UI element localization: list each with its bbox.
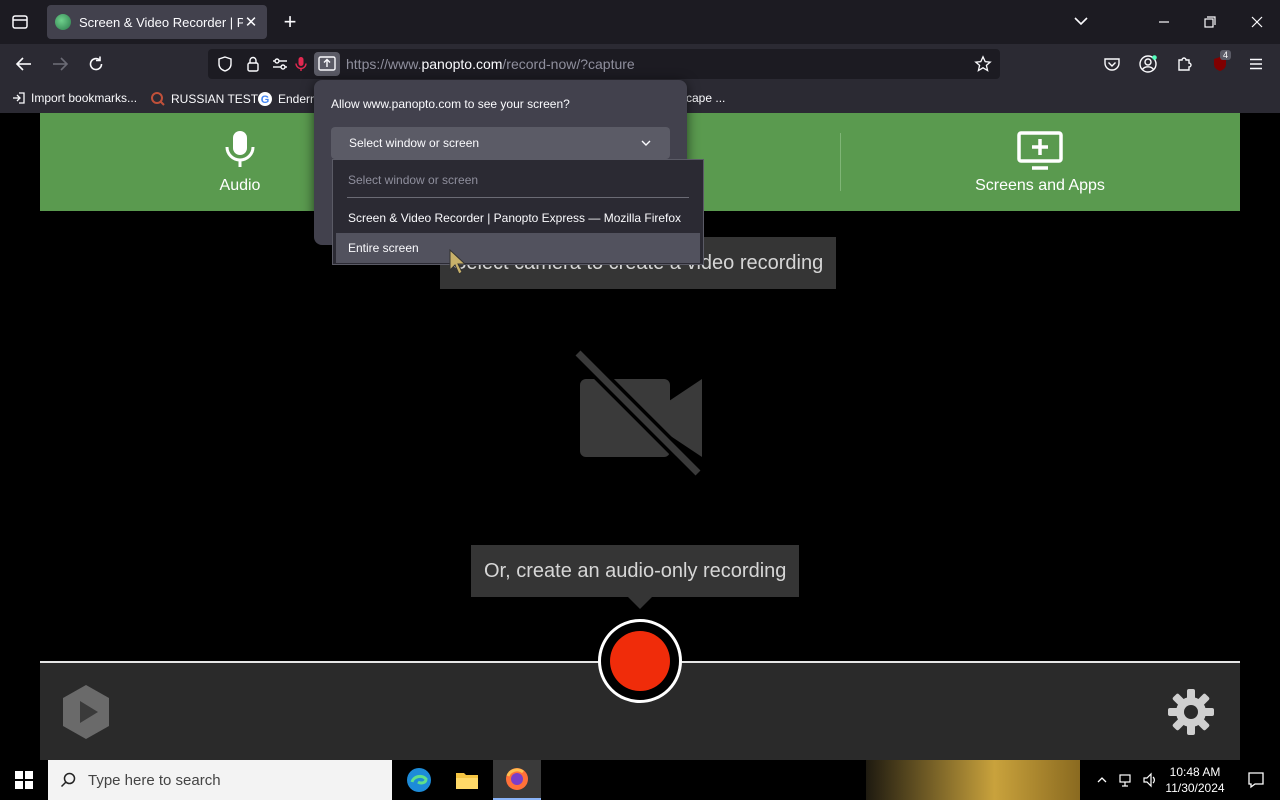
pocket-icon[interactable] [1096, 48, 1128, 80]
google-icon: G [258, 92, 272, 106]
navigation-toolbar: https://www.panopto.com/record-now/?capt… [0, 44, 1280, 85]
url-path: /record-now/?capture [502, 56, 635, 72]
options-divider [347, 197, 689, 198]
desktop-wallpaper-peek [866, 760, 1080, 800]
chevron-down-icon [641, 140, 651, 146]
reload-button[interactable] [80, 48, 112, 80]
windows-taskbar: Type here to search 10:48 AM 11/30/2024 [0, 760, 1280, 800]
svg-text:G: G [261, 94, 270, 106]
search-engine-icon [151, 92, 165, 106]
lock-icon[interactable] [244, 55, 262, 73]
permissions-icon[interactable] [271, 55, 289, 73]
screen-share-icon[interactable] [314, 52, 340, 76]
microphone-icon [225, 131, 255, 167]
settings-gear-icon[interactable] [1166, 687, 1216, 737]
file-explorer-icon[interactable] [443, 760, 491, 800]
search-placeholder: Type here to search [88, 771, 221, 789]
option-placeholder: Select window or screen [348, 173, 479, 187]
bookmark-import[interactable]: Import bookmarks... [12, 91, 137, 105]
address-bar[interactable]: https://www.panopto.com/record-now/?capt… [208, 49, 1000, 79]
firefox-icon[interactable] [493, 760, 541, 800]
mouse-cursor-icon [448, 248, 468, 276]
clock-date: 11/30/2024 [1165, 781, 1225, 795]
microphone-in-use-icon[interactable] [292, 55, 310, 73]
option-entire-screen[interactable]: Entire screen [336, 233, 700, 263]
audio-label: Audio [219, 177, 261, 194]
bookmark-star-icon[interactable] [974, 55, 992, 73]
network-icon[interactable] [1114, 760, 1138, 800]
import-icon [13, 92, 25, 104]
forward-button[interactable] [44, 48, 76, 80]
video-preview-area: Select camera to create a video recordin… [40, 211, 1240, 661]
restore-button[interactable] [1187, 0, 1233, 44]
minimize-button[interactable] [1141, 0, 1187, 44]
bookmark-label: Endern [278, 92, 317, 106]
panopto-logo-icon[interactable] [60, 683, 112, 741]
bookmark-russian-test[interactable]: RUSSIAN TEST [150, 91, 258, 107]
camera-off-icon [570, 349, 710, 479]
screens-and-apps-label: Screens and Apps [975, 177, 1105, 194]
url-text[interactable]: https://www.panopto.com/record-now/?capt… [346, 56, 635, 72]
show-hidden-icons-chevron-icon[interactable] [1090, 760, 1114, 800]
bookmark-escape[interactable]: cape ... [686, 91, 725, 105]
new-tab-button[interactable]: + [278, 8, 302, 36]
band-divider [840, 133, 841, 191]
bookmark-label: Import bookmarks... [31, 91, 138, 105]
tab-list-icon[interactable] [10, 12, 30, 32]
add-screen-icon [1017, 131, 1063, 170]
window-select-dropdown[interactable]: Select window or screen [331, 127, 670, 159]
bookmark-label: RUSSIAN TEST [171, 92, 259, 106]
back-button[interactable] [8, 48, 40, 80]
clock-time: 10:48 AM [1169, 765, 1221, 779]
record-dot-icon [610, 631, 670, 691]
option-firefox-window[interactable]: Screen & Video Recorder | Panopto Expres… [336, 203, 700, 233]
record-button[interactable] [598, 619, 682, 703]
audio-source-button[interactable]: Audio [160, 129, 320, 199]
search-icon [60, 772, 76, 788]
account-icon[interactable] [1132, 48, 1164, 80]
close-window-button[interactable] [1234, 0, 1280, 44]
permission-question: Allow www.panopto.com to see your screen… [331, 97, 570, 111]
shield-icon[interactable] [216, 55, 234, 73]
taskbar-search-box[interactable]: Type here to search [48, 760, 392, 800]
tab-title: Screen & Video Recorder | Panopto Expres… [79, 14, 243, 30]
recorder-footer [40, 619, 1240, 760]
extension-badge: 4 [1220, 50, 1232, 60]
extensions-icon[interactable] [1168, 48, 1200, 80]
window-select-options: Select window or screen Screen & Video R… [332, 159, 704, 265]
windows-start-icon[interactable] [0, 760, 48, 800]
panopto-favicon-icon [55, 14, 71, 30]
bookmark-endern[interactable]: G Endern [257, 91, 317, 107]
url-prefix: https://www. [346, 56, 422, 72]
ublock-extension-icon[interactable]: 4 [1204, 48, 1236, 80]
edge-browser-icon[interactable] [395, 760, 443, 800]
system-clock[interactable]: 10:48 AM 11/30/2024 [1158, 764, 1232, 796]
menu-hamburger-icon[interactable] [1240, 48, 1272, 80]
tab-overflow-chevron-icon[interactable] [1058, 0, 1104, 44]
audio-only-hint-tooltip: Or, create an audio-only recording [471, 545, 800, 597]
tooltip-pointer [628, 597, 652, 609]
tab-strip: Screen & Video Recorder | Panopto Expres… [0, 0, 1280, 44]
tab-close-icon[interactable]: ✕ [243, 13, 259, 31]
select-value: Select window or screen [349, 136, 480, 150]
notifications-icon[interactable] [1232, 760, 1280, 800]
screens-and-apps-button[interactable]: Screens and Apps [960, 131, 1120, 201]
url-domain: panopto.com [421, 56, 503, 72]
active-tab[interactable]: Screen & Video Recorder | Panopto Expres… [47, 5, 267, 39]
bookmark-label: cape ... [686, 91, 726, 105]
